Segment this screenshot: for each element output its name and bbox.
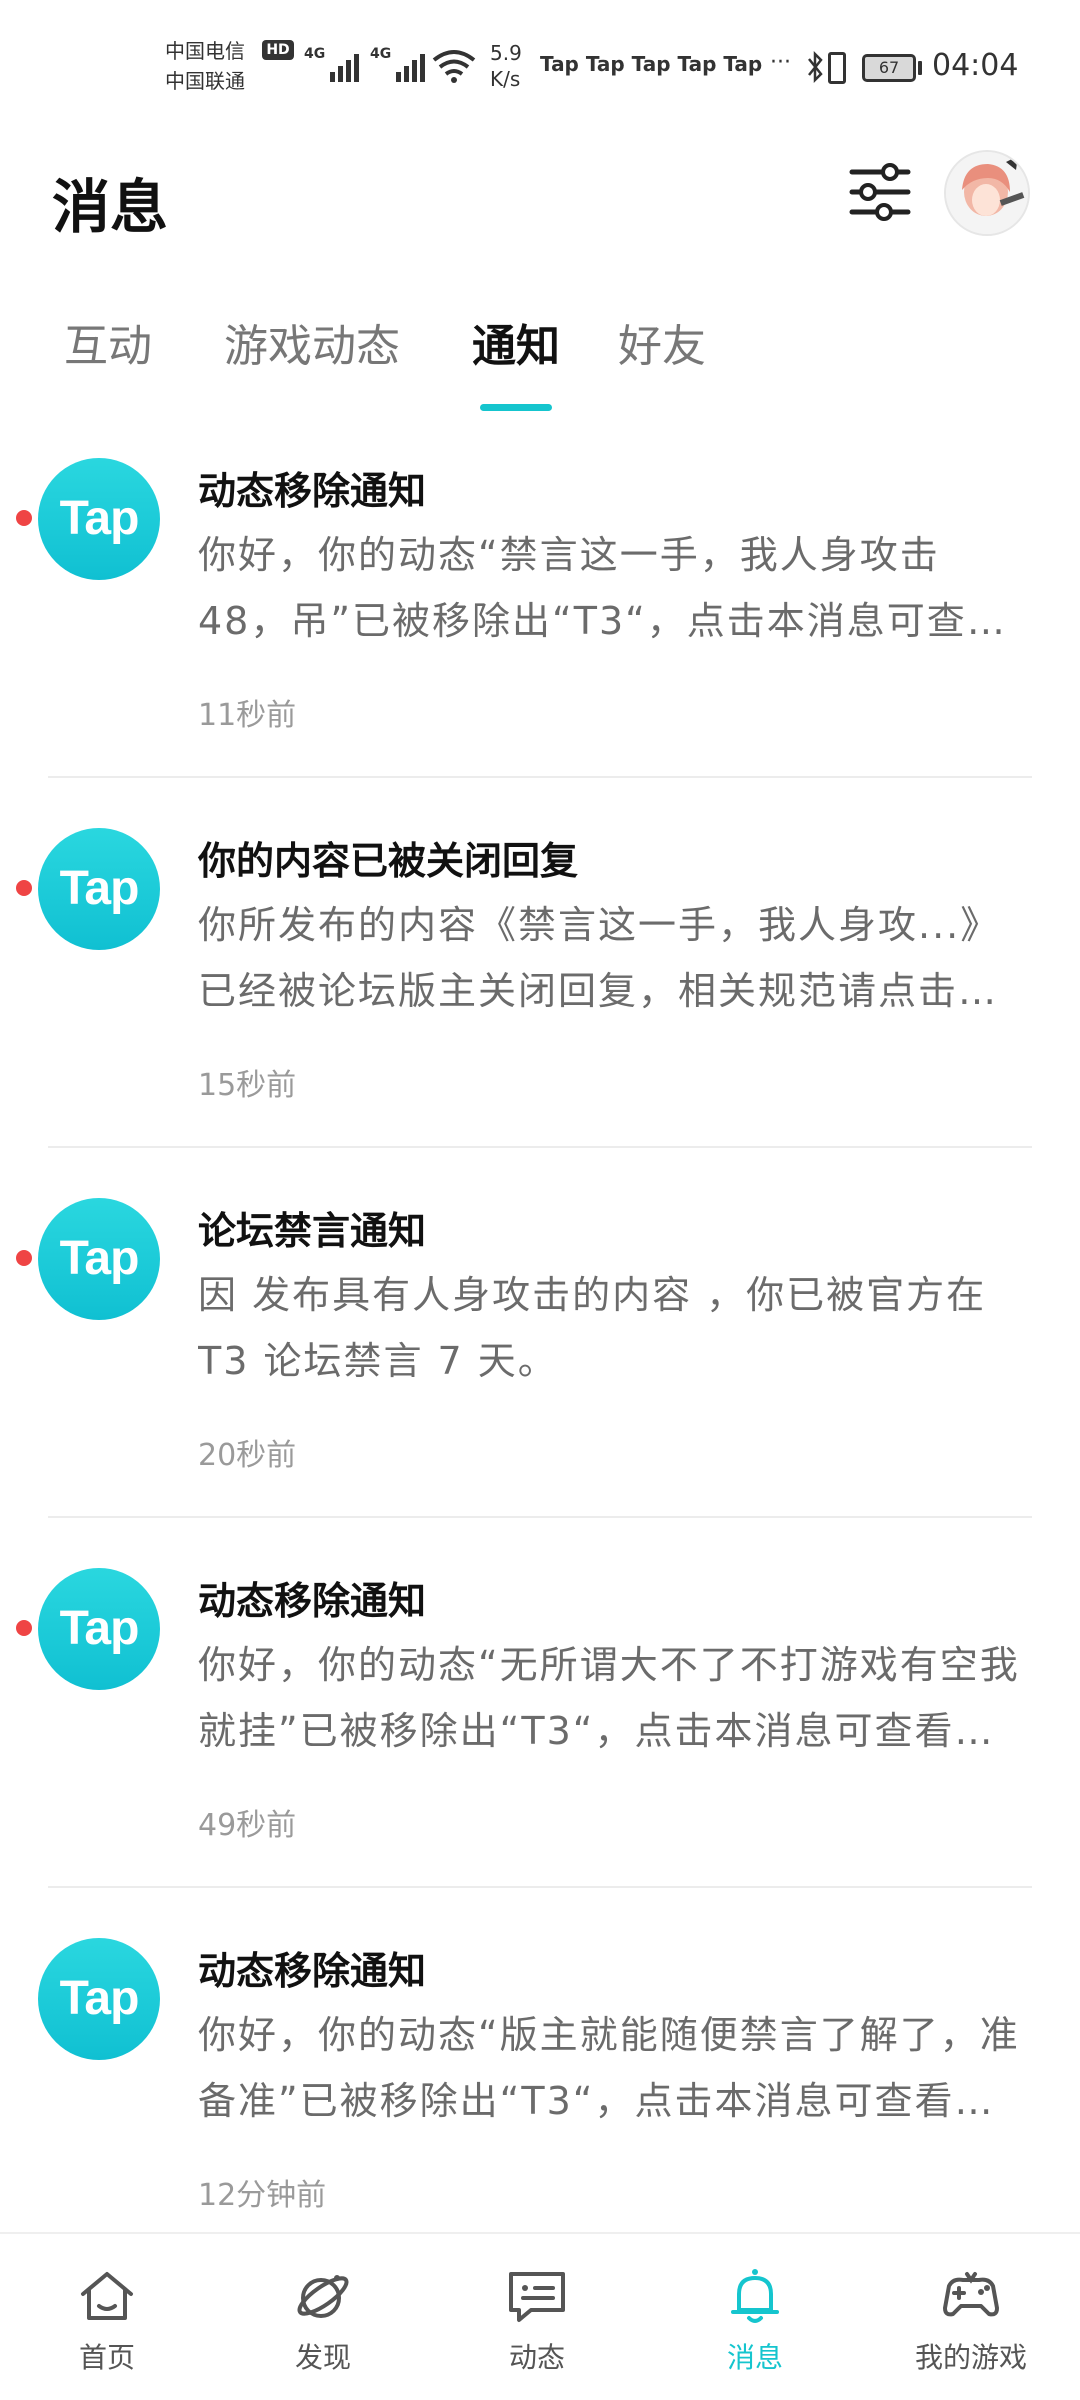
network-speed: 5.9 K/s <box>490 40 522 92</box>
notification-app-icons: Tap Tap Tap Tap Tap <box>540 52 763 76</box>
page-title: 消息 <box>52 173 169 241</box>
nav-messages[interactable]: 消息 <box>680 2264 830 2394</box>
taptap-logo-icon: Tap <box>38 828 160 950</box>
taptap-logo-icon: Tap <box>38 1198 160 1320</box>
carrier-info: 中国电信 中国联通 <box>165 36 245 96</box>
hd-badge: HD <box>262 40 294 60</box>
nav-my-games[interactable]: 我的游戏 <box>896 2264 1046 2394</box>
signal-1-icon: 4G <box>304 46 360 82</box>
nav-label: 我的游戏 <box>914 2341 1027 2374</box>
unread-dot <box>16 1250 32 1266</box>
unread-dot <box>16 1620 32 1636</box>
taptap-logo-icon: Tap <box>38 1568 160 1690</box>
more-notifications-indicator: ··· <box>770 50 791 75</box>
bottom-navigation: 首页 发现 动态 消息 我的游戏 <box>0 2232 1080 2400</box>
notification-body: 你好，你的动态“禁言这一手，我人身攻击48，吊”已被移除出“T3“，点击本消息可… <box>198 533 1007 643</box>
tab-friends[interactable]: 好友 <box>618 310 706 374</box>
tab-game-news[interactable]: 游戏动态 <box>224 310 400 374</box>
nav-label: 动态 <box>508 2341 565 2374</box>
notification-title: 论坛禁言通知 <box>198 1209 427 1253</box>
notification-time: 49秒前 <box>198 1808 297 1843</box>
notification-body: 你好，你的动态“无所谓大不了不打游戏有空我就挂”已被移除出“T3“，点击本消息可… <box>198 1643 1020 1753</box>
taptap-logo-icon: Tap <box>38 458 160 580</box>
home-icon <box>81 2272 133 2320</box>
notification-item[interactable]: Tap 动态移除通知 你好，你的动态“禁言这一手，我人身攻击48，吊”已被移除出… <box>0 440 1080 810</box>
notification-body: 因 发布具有人身攻击的内容 ，你已被官方在T3 论坛禁言 7 天。 <box>198 1273 987 1383</box>
planet-icon <box>297 2275 349 2318</box>
network-type-2: 4G <box>370 46 392 62</box>
filter-settings-icon[interactable] <box>848 160 912 224</box>
divider <box>48 1886 1032 1888</box>
notification-time: 12分钟前 <box>198 2178 327 2213</box>
carrier-2: 中国联通 <box>165 69 245 93</box>
notification-item[interactable]: Tap 你的内容已被关闭回复 你所发布的内容《禁言这一手，我人身攻...》已经被… <box>0 810 1080 1180</box>
status-time: 04:04 <box>932 48 1019 83</box>
divider <box>48 1516 1032 1518</box>
nav-label: 首页 <box>78 2341 135 2374</box>
divider <box>48 1146 1032 1148</box>
network-type-1: 4G <box>304 46 326 62</box>
carrier-1: 中国电信 <box>165 39 245 63</box>
unread-dot <box>16 510 32 526</box>
notification-title: 动态移除通知 <box>198 469 427 513</box>
battery-icon: 67 <box>862 54 916 82</box>
wifi-icon <box>432 50 476 83</box>
tab-notifications[interactable]: 通知 <box>472 310 560 374</box>
status-bar: 中国电信 中国联通 HD 4G 4G 5.9 K/s Tap Tap Tap T… <box>0 0 1080 130</box>
nav-discover[interactable]: 发现 <box>248 2264 398 2394</box>
speed-value: 5.9 <box>490 41 522 65</box>
avatar[interactable] <box>944 150 1030 236</box>
unread-dot <box>16 880 32 896</box>
nav-home[interactable]: 首页 <box>32 2264 182 2394</box>
notification-title: 动态移除通知 <box>198 1949 427 1993</box>
message-tabs: 互动 游戏动态 通知 好友 <box>0 310 1080 411</box>
gamepad-icon <box>943 2272 999 2317</box>
notification-title: 你的内容已被关闭回复 <box>198 839 579 883</box>
notification-time: 15秒前 <box>198 1068 297 1103</box>
notification-title: 动态移除通知 <box>198 1579 427 1623</box>
notification-time: 20秒前 <box>198 1438 297 1473</box>
bluetooth-icon <box>808 50 823 84</box>
speed-unit: K/s <box>490 67 521 91</box>
notification-body: 你所发布的内容《禁言这一手，我人身攻...》已经被论坛版主关闭回复，相关规范请点… <box>198 903 1001 1013</box>
tab-interaction[interactable]: 互动 <box>64 310 152 374</box>
notification-item[interactable]: Tap 动态移除通知 你好，你的动态“无所谓大不了不打游戏有空我就挂”已被移除出… <box>0 1550 1080 1920</box>
chat-bubble-icon <box>509 2272 565 2322</box>
notification-time: 11秒前 <box>198 698 297 733</box>
battery-tip <box>918 61 922 75</box>
nav-label: 发现 <box>294 2341 351 2374</box>
vibrate-icon <box>828 52 846 84</box>
notification-body: 你好，你的动态“版主就能随便禁言了解了，准备准”已被移除出“T3“，点击本消息可… <box>198 2013 1020 2123</box>
active-tab-indicator <box>480 404 552 411</box>
divider <box>48 776 1032 778</box>
bell-icon <box>731 2269 779 2323</box>
taptap-logo-icon: Tap <box>38 1938 160 2060</box>
avatar-image-icon <box>946 152 1028 234</box>
notification-item[interactable]: Tap 论坛禁言通知 因 发布具有人身攻击的内容 ，你已被官方在T3 论坛禁言 … <box>0 1180 1080 1550</box>
nav-label: 消息 <box>726 2341 783 2374</box>
nav-feed[interactable]: 动态 <box>462 2264 612 2394</box>
signal-2-icon: 4G <box>370 46 426 82</box>
